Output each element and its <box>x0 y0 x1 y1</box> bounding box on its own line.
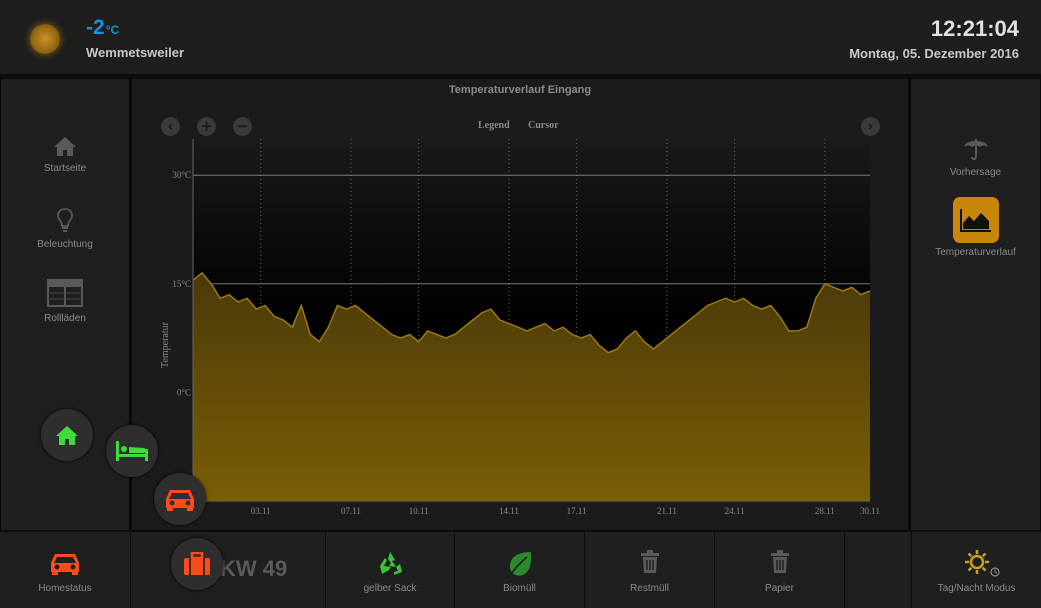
x-tick-label: 21.11 <box>657 506 677 516</box>
clock-date: Montag, 05. Dezember 2016 <box>849 46 1019 61</box>
y-tick-label: 30°C <box>172 170 191 180</box>
restmuell-label: Restmüll <box>630 583 669 594</box>
x-tick-label: 14.11 <box>499 506 519 516</box>
week-number: KW 49 <box>220 556 288 581</box>
temperature-chart: 03.11 07.11 10.11 14.11 17.11 21.11 24.11 28.11… <box>160 139 880 516</box>
nav-item-beleuchtung[interactable]: Beleuchtung <box>1 207 129 250</box>
umbrella-icon <box>963 139 988 161</box>
biomuell-button[interactable]: Biomüll <box>455 532 584 608</box>
bottom-bar: Homestatus KW 49 gelber Sack Biomüll Res… <box>0 532 1041 608</box>
homestatus-button[interactable]: Homestatus <box>0 532 130 608</box>
header-bar: -2°C Wemmetsweiler 12:21:04 Montag, 05. … <box>0 0 1041 76</box>
lightbulb-icon <box>57 208 73 232</box>
bottom-spacer <box>845 532 911 608</box>
nav-item-temperaturverlauf[interactable]: Temperaturverlauf <box>911 197 1040 258</box>
x-tick-label: 07.11 <box>341 506 361 516</box>
gelber-sack-button[interactable]: gelber Sack <box>326 532 454 608</box>
calendar-week: KW 49 <box>131 532 325 608</box>
home-icon <box>56 426 78 445</box>
home-icon <box>54 137 76 156</box>
leaf-icon <box>507 552 531 578</box>
x-tick-label: 17.11 <box>567 506 587 516</box>
y-tick-label: 15°C <box>172 279 191 289</box>
status-away-button[interactable] <box>154 473 206 525</box>
nav-item-startseite[interactable]: Startseite <box>1 135 129 174</box>
clock-time: 12:21:04 <box>930 16 1019 41</box>
status-home-button[interactable] <box>41 409 93 461</box>
nav-label: Vorhersage <box>949 167 1002 178</box>
chart-panel: Temperaturverlauf Eingang ‹ + − Legend C… <box>131 78 909 531</box>
nav-item-rolllaeden[interactable]: Rollläden <box>1 279 129 324</box>
status-sleep-button[interactable] <box>106 425 158 477</box>
car-icon <box>51 554 79 575</box>
nav-item-vorhersage[interactable]: Vorhersage <box>911 135 1040 178</box>
area-chart-icon <box>952 197 999 243</box>
restmuell-button[interactable]: Restmüll <box>585 532 714 608</box>
x-tick-label: 28.11 <box>815 506 835 516</box>
location-name: Wemmetsweiler <box>86 45 185 60</box>
x-tick-label: 30.11 <box>860 506 880 516</box>
outdoor-temperature: -2°C <box>86 16 120 39</box>
sun-weather-icon <box>30 24 60 54</box>
suitcase-icon <box>184 552 210 575</box>
x-tick-label: 24.11 <box>725 506 745 516</box>
papier-label: Papier <box>765 583 794 594</box>
daynight-mode-button[interactable]: Tag/Nacht Modus <box>912 532 1041 608</box>
y-tick-label: 0°C <box>177 387 191 397</box>
trash-icon <box>770 550 789 573</box>
papier-button[interactable]: Papier <box>715 532 844 608</box>
status-vacation-button[interactable] <box>171 538 223 590</box>
sun-mode-icon <box>964 550 1000 577</box>
right-navigation: Vorhersage Temperaturverlauf <box>910 78 1041 531</box>
y-axis-label: Temperatur <box>160 321 171 368</box>
recycle-icon <box>380 552 402 575</box>
x-tick-label: 10.11 <box>409 506 429 516</box>
x-tick-label: 03.11 <box>251 506 271 516</box>
homestatus-label: Homestatus <box>38 583 92 594</box>
nav-label: Startseite <box>43 163 87 174</box>
biomuell-label: Biomüll <box>503 583 536 594</box>
nav-label: Rollläden <box>44 313 86 324</box>
gelber-sack-label: gelber Sack <box>363 583 417 594</box>
nav-label: Beleuchtung <box>37 239 93 250</box>
trash-icon <box>640 550 659 573</box>
nav-label: Temperaturverlauf <box>935 247 1016 258</box>
bed-icon <box>116 441 148 461</box>
temperature-unit: °C <box>105 23 120 37</box>
car-icon <box>166 490 194 511</box>
daynight-label: Tag/Nacht Modus <box>937 583 1016 594</box>
shutter-icon <box>47 279 83 307</box>
